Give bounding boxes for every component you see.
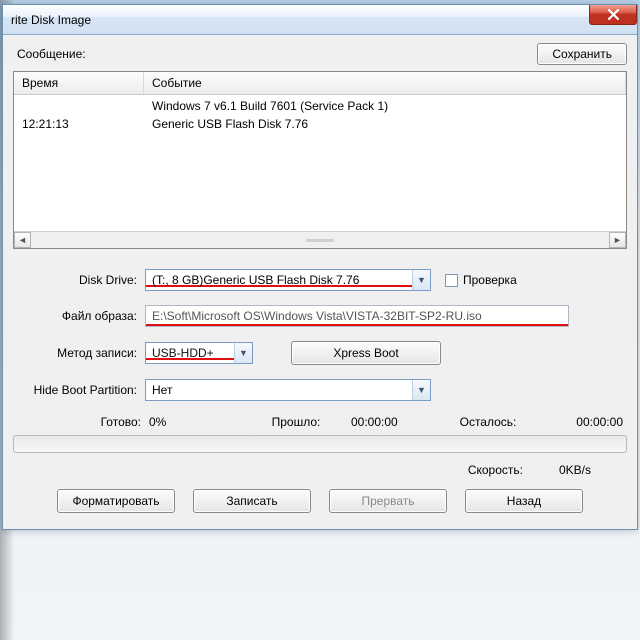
scroll-track[interactable]: [31, 232, 609, 248]
title-bar[interactable]: rite Disk Image: [3, 5, 637, 35]
scroll-left-arrow-icon[interactable]: ◄: [14, 232, 31, 248]
image-file-value: E:\Soft\Microsoft OS\Windows Vista\VISTA…: [152, 309, 482, 323]
verify-label: Проверка: [463, 273, 517, 287]
format-button[interactable]: Форматировать: [57, 489, 175, 513]
log-event: Windows 7 v6.1 Build 7601 (Service Pack …: [144, 99, 626, 113]
log-list: Время Событие Windows 7 v6.1 Build 7601 …: [13, 71, 627, 249]
abort-button[interactable]: Прервать: [329, 489, 447, 513]
col-header-time[interactable]: Время: [14, 72, 144, 94]
client-area: Сообщение: Сохранить Время Событие Windo…: [3, 35, 637, 529]
write-method-label: Метод записи:: [13, 346, 145, 360]
chevron-down-icon: ▼: [412, 380, 430, 400]
log-row[interactable]: 12:21:13 Generic USB Flash Disk 7.76: [14, 115, 626, 133]
app-window: rite Disk Image Сообщение: Сохранить Вре…: [2, 4, 638, 530]
col-header-event[interactable]: Событие: [144, 72, 626, 94]
log-event: Generic USB Flash Disk 7.76: [144, 117, 626, 131]
log-time: [14, 99, 144, 113]
back-button[interactable]: Назад: [465, 489, 583, 513]
speed-label: Скорость:: [468, 463, 523, 477]
verify-checkbox[interactable]: Проверка: [445, 273, 517, 287]
hide-boot-select[interactable]: Нет ▼: [145, 379, 431, 401]
ready-label: Готово:: [17, 415, 149, 429]
write-button[interactable]: Записать: [193, 489, 311, 513]
write-method-select[interactable]: USB-HDD+ ▼: [145, 342, 253, 364]
log-row[interactable]: Windows 7 v6.1 Build 7601 (Service Pack …: [14, 97, 626, 115]
remain-value: 00:00:00: [543, 415, 623, 429]
log-hscrollbar[interactable]: ◄ ►: [14, 231, 626, 248]
message-label: Сообщение:: [17, 47, 86, 61]
disk-drive-value: (T:, 8 GB)Generic USB Flash Disk 7.76: [146, 273, 412, 287]
close-icon: [608, 9, 619, 20]
close-button[interactable]: [589, 5, 637, 25]
log-header[interactable]: Время Событие: [14, 72, 626, 95]
ready-value: 0%: [149, 415, 249, 429]
xpress-boot-button[interactable]: Xpress Boot: [291, 341, 441, 365]
write-method-value: USB-HDD+: [146, 346, 234, 360]
elapsed-value: 00:00:00: [351, 415, 441, 429]
window-title: rite Disk Image: [11, 13, 91, 27]
chevron-down-icon: ▼: [234, 343, 252, 363]
log-time: 12:21:13: [14, 117, 144, 131]
progress-bar: [13, 435, 627, 453]
image-file-field[interactable]: E:\Soft\Microsoft OS\Windows Vista\VISTA…: [145, 305, 569, 327]
scroll-right-arrow-icon[interactable]: ►: [609, 232, 626, 248]
chevron-down-icon: ▼: [412, 270, 430, 290]
image-file-label: Файл образа:: [13, 309, 145, 323]
hide-boot-value: Нет: [146, 383, 412, 397]
save-log-button[interactable]: Сохранить: [537, 43, 627, 65]
checkbox-box-icon: [445, 274, 458, 287]
elapsed-label: Прошло:: [249, 415, 351, 429]
disk-drive-label: Disk Drive:: [13, 273, 145, 287]
speed-value: 0KB/s: [559, 463, 591, 477]
remain-label: Осталось:: [441, 415, 543, 429]
disk-drive-select[interactable]: (T:, 8 GB)Generic USB Flash Disk 7.76 ▼: [145, 269, 431, 291]
hide-boot-label: Hide Boot Partition:: [13, 383, 145, 397]
